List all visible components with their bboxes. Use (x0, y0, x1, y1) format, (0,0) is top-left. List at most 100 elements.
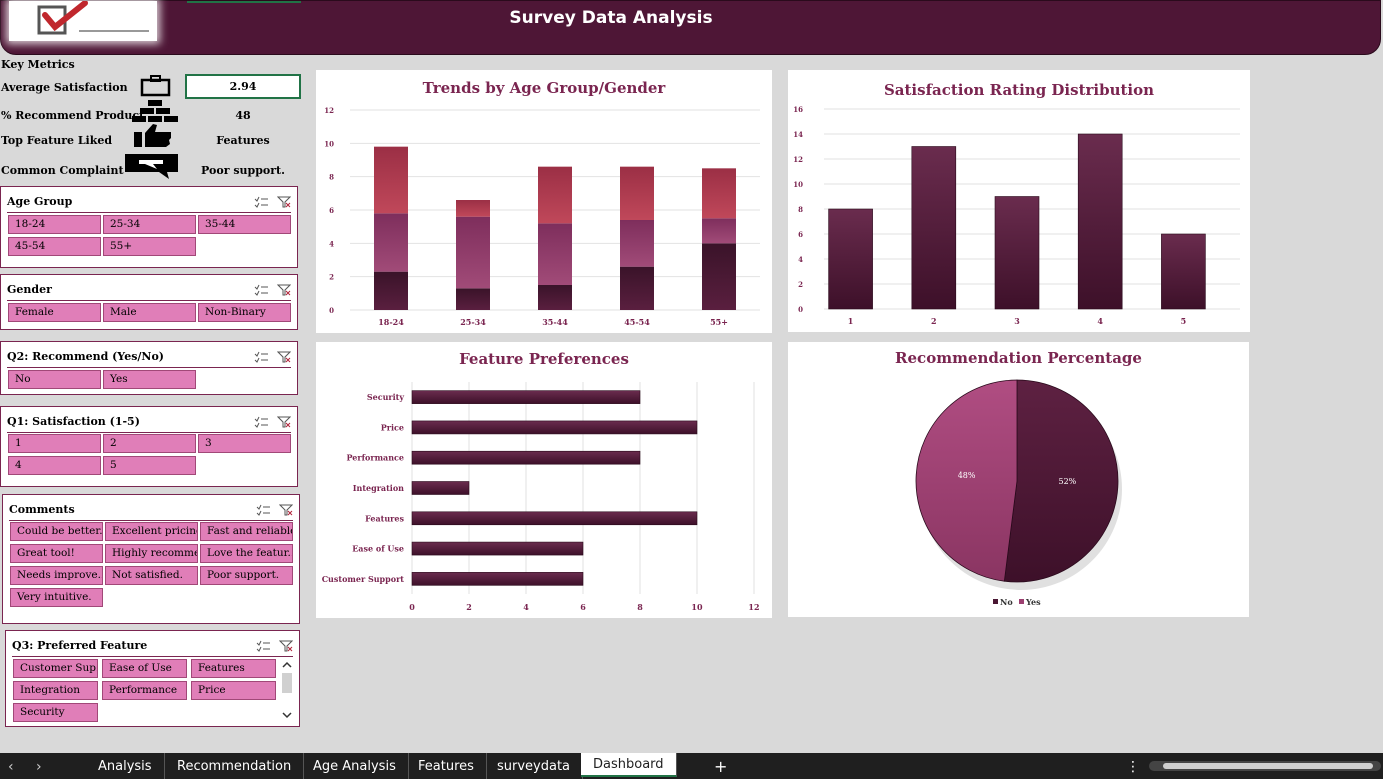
thumbs-up-icon (133, 122, 175, 152)
x-tick-label: 8 (637, 602, 643, 612)
legend-swatch (1019, 599, 1024, 604)
y-tick-label: 0 (329, 306, 334, 315)
slicer-chip[interactable]: Needs improve... (10, 566, 103, 585)
slicer-chip[interactable]: Could be better. (10, 522, 103, 541)
y-tick-label: 4 (798, 255, 803, 264)
slicer-chip[interactable]: Integration (13, 681, 98, 700)
multi-select-icon[interactable] (254, 284, 268, 296)
x-tick-label: 5 (1181, 316, 1187, 326)
tab-surveydata[interactable]: surveydata (485, 753, 584, 779)
slicer-chip[interactable]: Love the featur... (200, 544, 293, 563)
bar-segment (456, 288, 490, 310)
slicer-chip[interactable]: 35-44 (198, 215, 291, 234)
sheet-tab-bar: ‹ › Analysis Recommendation Age Analysis… (0, 753, 1383, 779)
recommend-slicer: Q2: Recommend (Yes/No) No Yes (0, 341, 298, 395)
slicer-chip[interactable]: Fast and reliable. (200, 522, 293, 541)
scroll-thumb[interactable] (1163, 763, 1373, 769)
x-tick-label: 3 (1014, 316, 1020, 326)
slicer-chip[interactable]: 1 (8, 434, 101, 453)
slicer-scrollbar[interactable] (281, 659, 293, 721)
bar-segment (620, 266, 654, 310)
feature-chart: 0 2 4 6 8 10 12 Security Price Performance Integra… (322, 382, 760, 612)
prev-sheet-icon[interactable]: ‹ (8, 753, 14, 779)
slicer-chip[interactable]: Highly recomme... (105, 544, 198, 563)
bar-segment (702, 168, 736, 219)
feature-chart-card[interactable]: Feature Preferences 0 2 4 6 8 10 12 Security Pri… (316, 342, 772, 618)
tab-age-analysis[interactable]: Age Analysis (301, 753, 409, 779)
next-sheet-icon[interactable]: › (36, 753, 42, 779)
x-tick-label: 0 (409, 602, 415, 612)
clear-filter-icon[interactable] (277, 351, 291, 363)
age-gender-chart-card[interactable]: Trends by Age Group/Gender 0 2 4 6 8 10 12 18-2… (316, 70, 772, 333)
slicer-chip[interactable]: 4 (8, 456, 101, 475)
slicer-chip[interactable]: Customer Sup... (13, 659, 98, 678)
bar-segment (374, 146, 408, 214)
x-tick-label: 35-44 (542, 317, 568, 327)
y-tick-label: 16 (793, 105, 803, 114)
legend-swatch (993, 599, 998, 604)
slicer-chip[interactable]: Not satisfied. (105, 566, 198, 585)
slicer-chip[interactable]: 2 (103, 434, 196, 453)
x-tick-label: 2 (466, 602, 472, 612)
multi-select-icon[interactable] (256, 504, 270, 516)
slicer-chip[interactable]: Security (13, 703, 98, 722)
multi-select-icon[interactable] (256, 640, 270, 652)
add-sheet-icon[interactable]: + (714, 753, 727, 779)
slicer-chip[interactable]: 3 (198, 434, 291, 453)
clear-filter-icon[interactable] (279, 504, 293, 516)
slicer-chip[interactable]: Female (8, 303, 101, 322)
tab-features[interactable]: Features (406, 753, 487, 779)
slicer-header: Age Group (7, 191, 291, 213)
slicer-chip[interactable]: 55+ (103, 237, 196, 256)
slicer-chip[interactable]: 18-24 (8, 215, 101, 234)
multi-select-icon[interactable] (254, 351, 268, 363)
x-tick-label: 4 (1097, 316, 1103, 326)
clear-filter-icon[interactable] (277, 196, 291, 208)
slicer-chip[interactable]: No (8, 370, 101, 389)
bar-segment (374, 213, 408, 272)
y-tick-label: 4 (329, 239, 334, 248)
multi-select-icon[interactable] (254, 196, 268, 208)
recommend-chart-card[interactable]: Recommendation Percentage 52% 48% No Yes (788, 342, 1249, 617)
slicer-chip[interactable]: Excellent pricing. (105, 522, 198, 541)
multi-select-icon[interactable] (254, 416, 268, 428)
slicer-title: Q1: Satisfaction (1-5) (7, 415, 140, 428)
slicer-chip[interactable]: Yes (103, 370, 196, 389)
y-tick-label: Price (381, 422, 404, 432)
slicer-title: Q2: Recommend (Yes/No) (7, 350, 165, 363)
pie-data-label: 52% (1059, 477, 1077, 486)
slicer-chip[interactable]: Male (103, 303, 196, 322)
slicer-chip[interactable]: Features (191, 659, 276, 678)
clear-filter-icon[interactable] (279, 640, 293, 652)
slicer-title: Age Group (7, 195, 73, 208)
bar (1077, 133, 1123, 310)
x-tick-label: 4 (523, 602, 529, 612)
recommend-pie-chart: 52% 48% No Yes (915, 379, 1122, 607)
horizontal-scrollbar[interactable] (1149, 761, 1381, 771)
more-options-icon[interactable]: ⋮ (1126, 753, 1140, 779)
slicer-chip[interactable]: Very intuitive. (10, 588, 103, 607)
slicer-chip[interactable]: Poor support. (200, 566, 293, 585)
tab-dashboard[interactable]: Dashboard (581, 753, 677, 777)
bar (911, 146, 957, 310)
preferred-feature-slicer: Q3: Preferred Feature Customer Sup... Ea… (5, 630, 300, 727)
bar-segment (702, 218, 736, 244)
slicer-chip[interactable]: Ease of Use (102, 659, 187, 678)
clear-filter-icon[interactable] (277, 416, 291, 428)
avg-satisfaction-cell[interactable]: 2.94 (185, 74, 301, 99)
bar (411, 390, 641, 404)
tab-recommendation[interactable]: Recommendation (165, 753, 305, 779)
clear-filter-icon[interactable] (277, 284, 291, 296)
slicer-chip[interactable]: Great tool! (10, 544, 103, 563)
slicer-chip[interactable]: Performance (102, 681, 187, 700)
slicer-chip[interactable]: 25-34 (103, 215, 196, 234)
slicer-chip[interactable]: 5 (103, 456, 196, 475)
satisfaction-chart-card[interactable]: Satisfaction Rating Distribution 0 2 4 6 8 10… (788, 70, 1250, 332)
slicer-header: Gender (7, 279, 291, 301)
y-tick-label: 2 (329, 273, 334, 282)
slicer-chip[interactable]: Non-Binary (198, 303, 291, 322)
bar (828, 208, 873, 310)
tab-analysis[interactable]: Analysis (86, 753, 165, 779)
slicer-chip[interactable]: Price (191, 681, 276, 700)
slicer-chip[interactable]: 45-54 (8, 237, 101, 256)
